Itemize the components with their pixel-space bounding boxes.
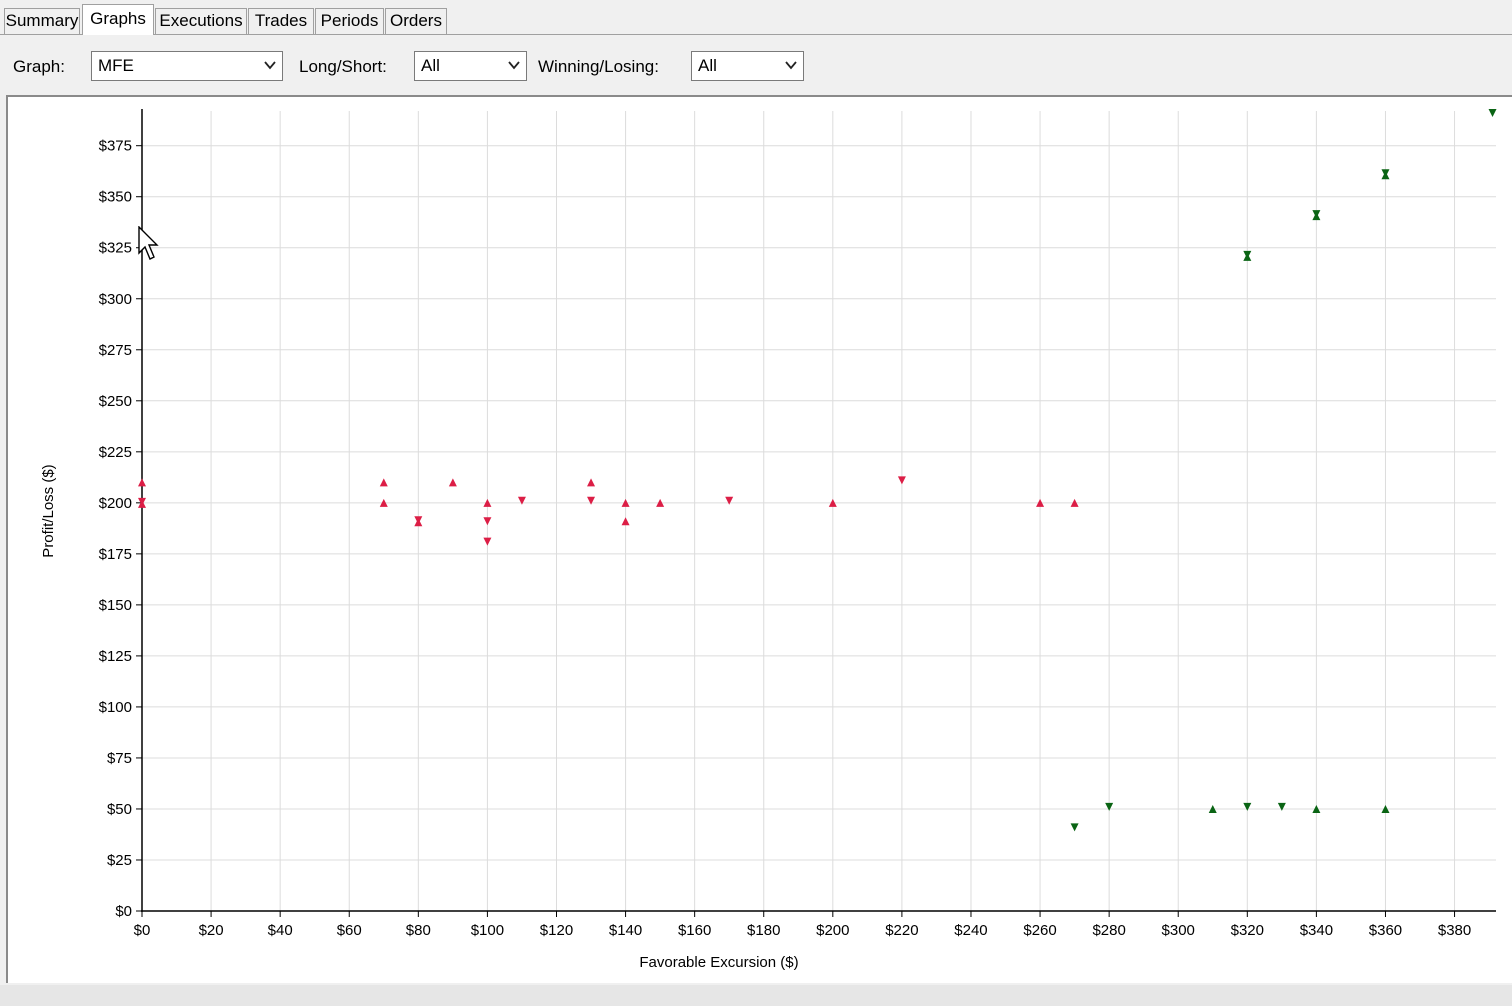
trade-marker-down [1488,109,1497,118]
trade-marker-down [725,496,734,505]
x-tick-label: $380 [1438,922,1471,939]
graph-label: Graph: [13,57,65,76]
trade-marker-down [1312,210,1321,219]
trade-marker-down [483,537,492,546]
y-tick-label: $225 [99,444,132,461]
trade-marker-down [1243,802,1252,811]
mouse-pointer-icon [138,226,159,260]
y-tick-label: $75 [107,750,132,767]
trade-marker-down [1243,250,1252,259]
trade-marker-down [483,517,492,526]
y-axis-title: Profit/Loss ($) [40,464,57,557]
x-tick-label: $80 [406,922,431,939]
x-tick-label: $320 [1231,922,1264,939]
x-tick-label: $340 [1300,922,1333,939]
y-tick-label: $0 [115,903,132,920]
x-tick-label: $160 [678,922,711,939]
y-tick-label: $275 [99,342,132,359]
trade-marker-down [414,516,423,525]
trade-marker-up [587,478,596,487]
tab-summary[interactable]: Summary [4,8,80,34]
x-tick-label: $300 [1162,922,1195,939]
long-short-select-value: All [421,56,440,75]
tab-orders[interactable]: Orders [385,8,447,34]
y-tick-label: $300 [99,291,132,308]
x-tick-label: $220 [885,922,918,939]
y-tick-label: $100 [99,699,132,716]
trade-marker-up [621,517,630,526]
x-tick-label: $280 [1092,922,1125,939]
chevron-down-icon [785,61,797,70]
x-tick-label: $20 [199,922,224,939]
trade-marker-up [379,478,388,487]
winning-losing-label: Winning/Losing: [538,57,659,76]
tab-trades[interactable]: Trades [248,8,314,34]
winning-losing-select-value: All [698,56,717,75]
y-tick-label: $375 [99,138,132,155]
tab-periods[interactable]: Periods [315,8,384,34]
trade-marker-down [138,497,146,506]
y-tick-label: $50 [107,801,132,818]
x-tick-label: $120 [540,922,573,939]
x-tick-label: $180 [747,922,780,939]
graph-select-value: MFE [98,56,134,75]
chart-panel: $0 $20 $40 $60 $80 $100 $120 $140 $160 $180 $200 $2… [6,95,1512,983]
tab-strip: Summary Graphs Executions Trades Periods… [0,0,1512,36]
x-tick-label: $140 [609,922,642,939]
trade-marker-down [1381,169,1390,178]
mfe-scatter-chart: $0 $20 $40 $60 $80 $100 $120 $140 $160 $180 $200 $2… [40,109,1497,971]
x-tick-label: $60 [337,922,362,939]
y-tick-label: $125 [99,648,132,665]
winning-losing-select[interactable]: All [691,51,804,81]
trade-marker-down [587,496,596,505]
chevron-down-icon [264,61,276,70]
tab-graphs[interactable]: Graphs [82,4,154,35]
y-tick-label: $175 [99,546,132,563]
x-tick-label: $0 [134,922,151,939]
trade-marker-down [1105,802,1114,811]
x-tick-label: $260 [1023,922,1056,939]
x-tick-label: $360 [1369,922,1402,939]
y-tick-label: $200 [99,495,132,512]
y-tick-label: $325 [99,240,132,257]
x-tick-label: $200 [816,922,849,939]
y-tick-label: $25 [107,852,132,869]
graph-select[interactable]: MFE [91,51,283,81]
x-tick-label: $40 [268,922,293,939]
y-tick-label: $350 [99,189,132,206]
bottom-strip [0,985,1512,1006]
trade-marker-down [517,496,526,505]
tab-executions[interactable]: Executions [155,8,247,34]
long-short-select[interactable]: All [414,51,527,81]
trade-marker-up [138,478,146,487]
chevron-down-icon [508,61,520,70]
tab-strip-divider [0,34,1512,35]
trade-marker-down [1070,823,1079,832]
trade-marker-down [897,476,906,485]
long-short-label: Long/Short: [299,57,387,76]
y-tick-label: $250 [99,393,132,410]
x-tick-label: $100 [471,922,504,939]
y-tick-label: $150 [99,597,132,614]
x-axis-title: Favorable Excursion ($) [639,954,798,971]
trade-marker-up [448,478,457,487]
x-tick-label: $240 [954,922,987,939]
trade-marker-down [1277,802,1286,811]
